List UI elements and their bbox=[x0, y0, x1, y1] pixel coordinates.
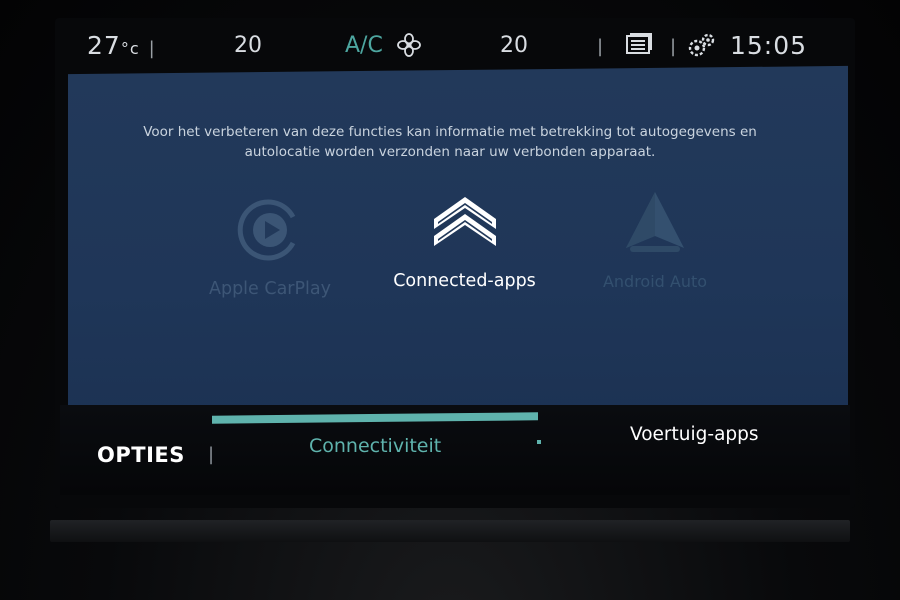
apple-carplay-button[interactable]: Apple CarPlay bbox=[195, 195, 345, 299]
clock: 15:05 bbox=[730, 31, 808, 60]
apple-carplay-label: Apple CarPlay bbox=[208, 279, 331, 299]
carplay-play-icon bbox=[195, 195, 345, 269]
connected-apps-label: Connected-apps bbox=[393, 271, 536, 291]
tab-connectiviteit[interactable]: Connectiviteit bbox=[309, 435, 441, 457]
connected-apps-button[interactable]: Connected-apps bbox=[382, 195, 547, 291]
ac-button[interactable]: A/C bbox=[345, 32, 383, 60]
settings-gear-icon[interactable] bbox=[686, 32, 718, 68]
android-auto-button[interactable]: Android Auto bbox=[585, 190, 725, 291]
android-auto-label: Android Auto bbox=[602, 272, 708, 291]
tab-separator: | bbox=[208, 444, 215, 465]
tab-dot-indicator bbox=[537, 440, 541, 444]
status-separator: | bbox=[597, 36, 604, 57]
status-separator: | bbox=[148, 38, 156, 59]
android-auto-icon bbox=[585, 190, 725, 262]
dashboard-trim bbox=[50, 520, 850, 542]
list-icon[interactable] bbox=[624, 32, 654, 64]
fan-icon[interactable] bbox=[396, 32, 422, 66]
options-button[interactable]: OPTIES bbox=[97, 443, 185, 467]
citroen-chevrons-icon bbox=[382, 195, 547, 261]
status-bar: 27°c | 20 A/C 20 | | 15:05 bbox=[72, 22, 822, 72]
driver-temperature[interactable]: 20 bbox=[234, 32, 262, 60]
tab-voertuig-apps[interactable]: Voertuig-apps bbox=[630, 424, 759, 445]
status-separator: | bbox=[670, 36, 677, 57]
privacy-info-text: Voor het verbeteren van deze functies ka… bbox=[143, 124, 757, 160]
outside-temperature: 27°c | bbox=[87, 31, 156, 60]
passenger-temperature[interactable]: 20 bbox=[500, 32, 528, 60]
